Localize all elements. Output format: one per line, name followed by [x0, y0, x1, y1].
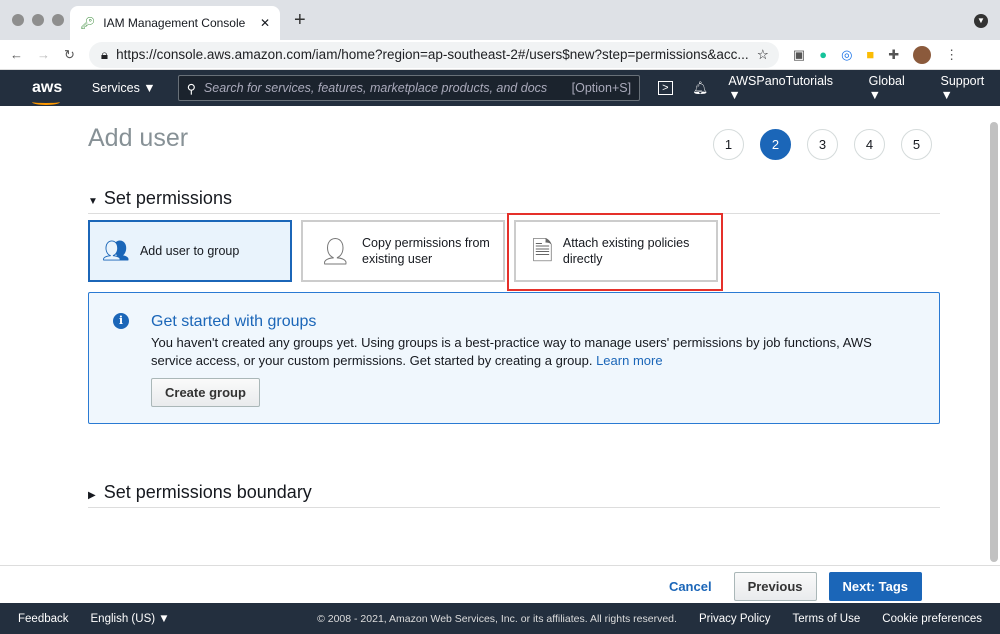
browser-tab[interactable]: 🔑︎ IAM Management Console ✕ — [70, 6, 280, 40]
info-text: You haven't created any groups yet. Usin… — [151, 334, 911, 370]
lock-icon: 🔒︎ — [100, 46, 109, 62]
notification-bell-icon[interactable]: 🔔︎ — [693, 81, 709, 96]
step-5[interactable]: 5 — [901, 129, 932, 160]
search-icon: ⚲ — [186, 81, 196, 96]
wizard-steps: 1 2 3 4 5 — [713, 129, 932, 160]
forward-icon[interactable]: → — [37, 47, 50, 62]
key-icon: 🔑︎ — [80, 16, 96, 30]
section-heading: Set permissions — [103, 188, 232, 208]
services-menu[interactable]: Services ▼ — [92, 81, 178, 95]
window-controls[interactable] — [12, 14, 64, 26]
address-bar-row: ← → ↻ 🔒︎ https://console.aws.amazon.com/… — [0, 40, 1000, 70]
caret-down-icon: ▼ — [88, 196, 98, 207]
tab-title: IAM Management Console — [103, 16, 246, 30]
feedback-link[interactable]: Feedback — [18, 613, 69, 625]
screenshot-extension-icon[interactable]: ▣ — [793, 47, 805, 63]
info-title: Get started with groups — [151, 313, 317, 330]
option-label: Copy permissions from existing user — [362, 236, 490, 266]
add-user-to-group-option[interactable]: 👥︎ Add user to group — [88, 220, 292, 282]
close-tab-icon[interactable]: ✕ — [260, 16, 270, 30]
user-icon: 👤︎ — [319, 236, 353, 266]
terms-link[interactable]: Terms of Use — [793, 613, 861, 625]
extension-icon[interactable]: ◎ — [841, 47, 852, 63]
aws-nav-bar: aws Services ▼ ⚲ Search for services, fe… — [0, 70, 1000, 106]
option-label: Add user to group — [139, 244, 240, 258]
extension-icon[interactable]: ■ — [866, 47, 874, 62]
next-tags-button[interactable]: Next: Tags — [828, 572, 922, 601]
tab-search-icon[interactable]: ▼ — [974, 14, 988, 28]
search-input[interactable]: ⚲ Search for services, features, marketp… — [177, 75, 641, 101]
cookie-preferences-link[interactable]: Cookie preferences — [882, 613, 982, 625]
menu-icon[interactable]: ⋮ — [945, 47, 958, 63]
account-menu[interactable]: AWSPanoTutorials ▼ — [728, 74, 848, 102]
search-shortcut: [Option+S] — [571, 81, 632, 95]
permissions-boundary-section[interactable]: ▶ Set permissions boundary — [88, 482, 940, 508]
extensions-puzzle-icon[interactable]: ✚ — [888, 47, 899, 63]
url-field[interactable]: 🔒︎ https://console.aws.amazon.com/iam/ho… — [88, 41, 779, 68]
search-placeholder: Search for services, features, marketpla… — [203, 81, 548, 95]
step-3[interactable]: 3 — [807, 129, 838, 160]
cancel-button[interactable]: Cancel — [669, 579, 712, 594]
group-icon: 👥︎ — [102, 238, 130, 263]
info-icon: i — [113, 313, 129, 329]
info-alert: i Get started with groups You haven't cr… — [88, 292, 940, 424]
privacy-link[interactable]: Privacy Policy — [699, 613, 771, 625]
scrollbar[interactable] — [990, 122, 998, 562]
browser-tab-bar: 🔑︎ IAM Management Console ✕ + ▼ — [0, 0, 1000, 40]
aws-logo[interactable]: aws — [32, 79, 92, 105]
copy-permissions-option[interactable]: 👤︎ Copy permissions from existing user — [301, 220, 505, 282]
cloudshell-icon[interactable]: > — [658, 81, 673, 95]
caret-right-icon: ▶ — [88, 490, 96, 501]
page-title: Add user — [88, 124, 189, 152]
wizard-footer: Cancel Previous Next: Tags — [0, 565, 1000, 603]
back-icon[interactable]: ← — [10, 47, 23, 62]
create-group-button[interactable]: Create group — [151, 378, 260, 407]
step-4[interactable]: 4 — [854, 129, 885, 160]
new-tab-icon[interactable]: + — [294, 9, 306, 32]
step-1[interactable]: 1 — [713, 129, 744, 160]
console-footer: Feedback English (US) ▼ © 2008 - 2021, A… — [0, 603, 1000, 634]
grammarly-icon[interactable]: ● — [819, 47, 827, 62]
support-menu[interactable]: Support ▼ — [940, 74, 1000, 102]
step-2[interactable]: 2 — [760, 129, 791, 160]
set-permissions-section[interactable]: ▼ Set permissions — [88, 188, 940, 214]
copyright: © 2008 - 2021, Amazon Web Services, Inc.… — [317, 612, 677, 625]
section-heading: Set permissions boundary — [103, 482, 312, 502]
info-body: You haven't created any groups yet. Usin… — [151, 335, 872, 368]
previous-button[interactable]: Previous — [733, 572, 817, 601]
learn-more-link[interactable]: Learn more — [596, 353, 662, 368]
language-selector[interactable]: English (US) ▼ — [91, 613, 170, 625]
highlight-box — [507, 213, 723, 291]
region-menu[interactable]: Global ▼ — [869, 74, 921, 102]
bookmark-star-icon[interactable]: ☆ — [757, 47, 769, 63]
url-text: https://console.aws.amazon.com/iam/home?… — [116, 47, 749, 62]
profile-avatar[interactable] — [913, 45, 932, 64]
reload-icon[interactable]: ↻ — [64, 47, 75, 63]
